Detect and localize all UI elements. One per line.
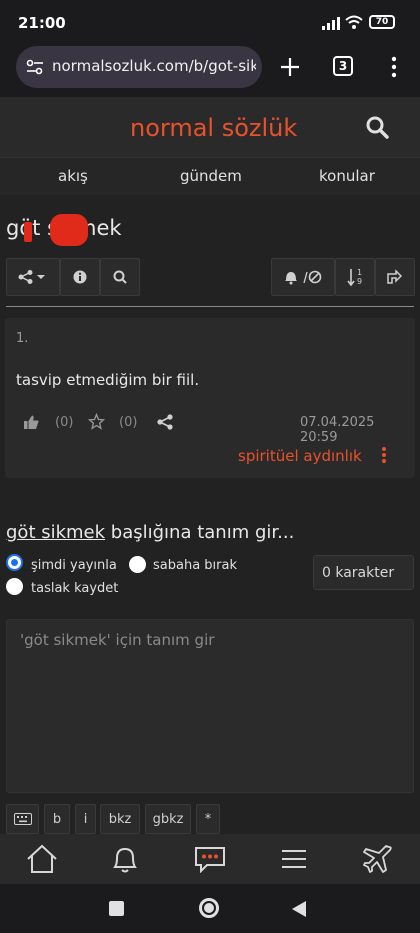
nav-item-akis[interactable]: akış — [58, 167, 88, 185]
site-settings-icon[interactable] — [26, 59, 44, 75]
recent-apps-icon[interactable] — [109, 901, 124, 916]
divider — [6, 306, 414, 307]
info-icon — [73, 270, 87, 284]
radio-schedule-morning[interactable] — [129, 556, 146, 573]
tab-switcher-button[interactable]: 3 — [333, 56, 353, 76]
site-header: normal sözlük — [0, 97, 420, 157]
back-icon[interactable] — [291, 900, 307, 918]
entry-card: 1. tasvip etmediğim bir fiil. (0) (0) 07… — [5, 318, 415, 478]
favorite-count: (0) — [119, 415, 138, 430]
wifi-icon — [345, 15, 363, 29]
compose-heading: göt sikmek başlığına tanım gir... — [6, 522, 294, 543]
gbkz-button[interactable]: gbkz — [145, 804, 191, 834]
bell-block-icon — [285, 270, 322, 285]
tab-count: 3 — [338, 59, 348, 73]
url-bar[interactable]: normalsozluk.com/b/got-sikm — [16, 46, 262, 88]
entry-author[interactable]: spiritüel aydınlık — [238, 447, 362, 465]
share-icon — [18, 270, 45, 284]
menu-icon[interactable] — [281, 848, 307, 870]
spoiler-button[interactable]: * — [196, 804, 220, 834]
nav-item-konular[interactable]: konular — [319, 167, 375, 185]
site-logo[interactable]: normal sözlük — [130, 114, 297, 142]
follow-block-button[interactable] — [271, 258, 335, 296]
char-count: 0 karakter — [322, 565, 395, 581]
more-options-icon[interactable] — [381, 446, 387, 464]
compose-topic-link[interactable]: göt sikmek — [6, 522, 105, 543]
main-nav: akış gündem konular — [0, 157, 420, 195]
radio-publish-now[interactable] — [6, 554, 23, 571]
battery-icon: 70 — [369, 15, 395, 29]
definition-placeholder: 'göt sikmek' için tanım gir — [20, 631, 215, 649]
star-icon[interactable] — [88, 413, 105, 430]
plane-icon[interactable] — [362, 844, 394, 874]
messages-icon[interactable] — [194, 845, 226, 873]
thumbs-up-icon[interactable] — [23, 414, 39, 430]
redaction-mark — [50, 214, 88, 246]
compose-heading-text: başlığına tanım gir... — [105, 522, 295, 543]
search-icon — [113, 270, 127, 284]
italic-button[interactable]: i — [75, 804, 96, 834]
hand-pointer-icon — [387, 269, 403, 284]
radio-save-draft[interactable] — [6, 578, 23, 595]
keyboard-icon — [13, 813, 32, 825]
home-button-icon[interactable] — [199, 898, 219, 918]
definition-textarea[interactable]: 'göt sikmek' için tanım gir — [6, 619, 414, 793]
entry-text: tasvip etmediğim bir fiil. — [16, 371, 200, 389]
status-bar: 21:00 70 — [0, 0, 420, 42]
redaction-mark — [24, 222, 32, 242]
share-dropdown-button[interactable] — [6, 258, 60, 296]
char-counter: 0 karakter — [313, 555, 414, 590]
entry-number: 1. — [16, 331, 29, 346]
keyboard-button[interactable] — [6, 804, 39, 834]
bottom-nav — [0, 834, 420, 884]
sort-button[interactable]: 1 9 — [335, 258, 375, 296]
bell-icon[interactable] — [111, 844, 139, 874]
radio-save-draft-label[interactable]: taslak kaydet — [31, 581, 118, 596]
radio-publish-now-label[interactable]: şimdi yayınla — [31, 558, 117, 573]
share-icon[interactable] — [157, 414, 173, 430]
search-icon[interactable] — [365, 115, 389, 139]
radio-schedule-morning-label[interactable]: sabaha bırak — [153, 558, 237, 573]
sort-arrow-icon — [347, 269, 355, 286]
search-in-topic-button[interactable] — [100, 258, 140, 296]
new-tab-icon[interactable] — [280, 57, 300, 77]
url-text: normalsozluk.com/b/got-sikm — [52, 57, 256, 75]
system-nav-bar — [0, 884, 420, 933]
like-count: (0) — [55, 415, 74, 430]
info-button[interactable] — [60, 258, 100, 296]
sort-label: 1 9 — [357, 268, 363, 286]
browser-menu-icon[interactable] — [390, 56, 398, 78]
home-icon[interactable] — [26, 844, 58, 874]
nav-item-gundem[interactable]: gündem — [180, 167, 242, 185]
bkz-button[interactable]: bkz — [100, 804, 140, 834]
bold-button[interactable]: b — [44, 804, 70, 834]
battery-level: 70 — [375, 17, 389, 27]
random-entry-button[interactable] — [375, 258, 415, 296]
signal-icon — [322, 17, 340, 30]
entry-date[interactable]: 07.04.2025 20:59 — [300, 415, 415, 445]
status-time: 21:00 — [18, 14, 66, 32]
